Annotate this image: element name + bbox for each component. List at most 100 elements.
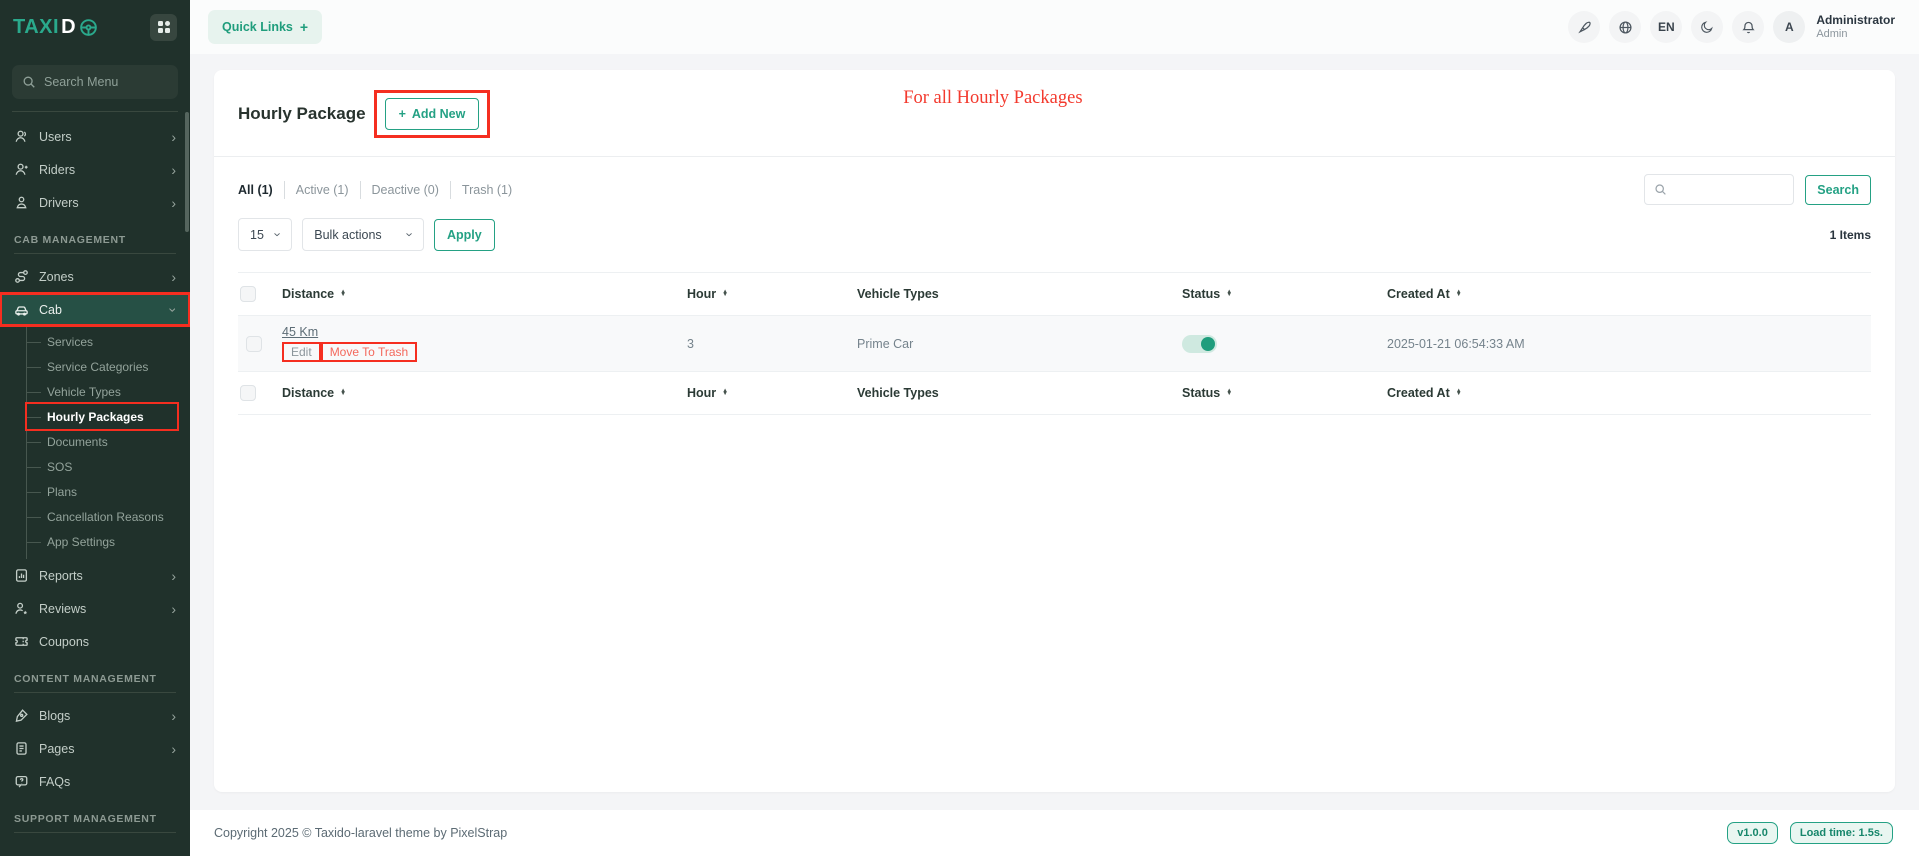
search-icon <box>1654 183 1667 196</box>
sidebar-item-faqs[interactable]: FAQs <box>0 765 190 798</box>
page-footer: Copyright 2025 © Taxido-laravel theme by… <box>190 810 1919 856</box>
riders-icon <box>14 162 29 177</box>
divider <box>14 253 176 254</box>
submenu-item-sos[interactable]: SOS <box>27 454 177 479</box>
sidebar-item-cab[interactable]: Cab › <box>0 293 190 326</box>
per-page-select[interactable]: 15 › <box>238 218 292 251</box>
submenu-item-cancellation-reasons[interactable]: Cancellation Reasons <box>27 504 177 529</box>
chevron-right-icon: › <box>171 130 176 144</box>
table-footer-row: Distance▲▼ Hour▲▼ Vehicle Types Status▲▼… <box>238 372 1871 415</box>
tab-deactive[interactable]: Deactive (0) <box>360 181 450 199</box>
sidebar-item-coupons[interactable]: Coupons <box>0 625 190 658</box>
sidebar-item-drivers[interactable]: Drivers › <box>0 186 190 219</box>
sidebar-search-input[interactable] <box>44 75 154 89</box>
submenu-item-plans[interactable]: Plans <box>27 479 177 504</box>
topbar: Quick Links + EN A Administrator <box>190 0 1919 54</box>
submenu-item-service-categories[interactable]: Service Categories <box>27 354 177 379</box>
moon-icon <box>1700 20 1714 34</box>
table-header-row: Distance▲▼ Hour▲▼ Vehicle Types Status▲▼… <box>238 273 1871 316</box>
sort-icon[interactable]: ▲▼ <box>340 390 346 397</box>
chevron-right-icon: › <box>171 569 176 583</box>
created-at-value: 2025-01-21 06:54:33 AM <box>1387 337 1525 351</box>
language-globe-button[interactable] <box>1609 11 1641 43</box>
col-header-distance[interactable]: Distance <box>282 287 334 301</box>
apps-grid-icon[interactable] <box>150 14 177 41</box>
select-all-checkbox[interactable] <box>240 385 256 401</box>
notifications-button[interactable] <box>1732 11 1764 43</box>
submenu-item-documents[interactable]: Documents <box>27 429 177 454</box>
tab-trash[interactable]: Trash (1) <box>450 181 523 199</box>
row-checkbox[interactable] <box>246 336 262 352</box>
col-header-status[interactable]: Status <box>1182 287 1220 301</box>
sidebar-search[interactable] <box>12 65 178 99</box>
language-selector[interactable]: EN <box>1650 11 1682 43</box>
submenu-item-app-settings[interactable]: App Settings <box>27 529 177 554</box>
sidebar-item-reviews[interactable]: Reviews › <box>0 592 190 625</box>
sidebar-item-label: Reviews <box>39 602 86 616</box>
dark-mode-button[interactable] <box>1691 11 1723 43</box>
edit-link[interactable]: Edit <box>282 342 321 362</box>
sidebar-item-pages[interactable]: Pages › <box>0 732 190 765</box>
sidebar-item-riders[interactable]: Riders › <box>0 153 190 186</box>
chevron-right-icon: › <box>171 602 176 616</box>
add-new-button[interactable]: + Add New <box>385 98 480 130</box>
bulk-actions-select[interactable]: Bulk actions › <box>302 218 424 251</box>
version-badge: v1.0.0 <box>1727 822 1778 844</box>
sidebar-item-label: Riders <box>39 163 75 177</box>
sidebar-item-zones[interactable]: Zones › <box>0 260 190 293</box>
user-meta[interactable]: Administrator Admin <box>1816 13 1895 42</box>
chevron-down-icon: › <box>167 307 181 312</box>
apply-button[interactable]: Apply <box>434 219 495 251</box>
col-header-created-at[interactable]: Created At <box>1387 287 1450 301</box>
globe-icon <box>1618 20 1633 35</box>
chevron-right-icon: › <box>171 709 176 723</box>
submenu-item-services[interactable]: Services <box>27 329 177 354</box>
sidebar-item-users[interactable]: Users › <box>0 120 190 153</box>
status-toggle[interactable] <box>1182 335 1217 353</box>
select-all-checkbox[interactable] <box>240 286 256 302</box>
divider <box>14 832 176 833</box>
quick-links-button[interactable]: Quick Links + <box>208 10 322 44</box>
plus-icon: + <box>399 107 406 121</box>
submenu-item-label: SOS <box>47 460 72 474</box>
search-button[interactable]: Search <box>1805 175 1871 205</box>
submenu-item-hourly-packages[interactable]: Hourly Packages <box>27 404 177 429</box>
col-footer-status[interactable]: Status <box>1182 386 1220 400</box>
bulk-left: 15 › Bulk actions › Apply <box>238 218 495 251</box>
chevron-right-icon: › <box>171 163 176 177</box>
user-name: Administrator <box>1816 13 1895 28</box>
submenu-item-label: Service Categories <box>47 360 148 374</box>
search-input[interactable] <box>1674 183 1779 197</box>
vehicle-type-value: Prime Car <box>857 337 913 351</box>
user-role: Admin <box>1816 28 1895 42</box>
table-search-box <box>1644 174 1794 205</box>
divider <box>214 156 1895 157</box>
sort-icon[interactable]: ▲▼ <box>722 291 728 298</box>
brand-logo[interactable]: TAXID <box>13 16 98 39</box>
col-footer-created-at[interactable]: Created At <box>1387 386 1450 400</box>
move-to-trash-link[interactable]: Move To Trash <box>321 342 417 362</box>
add-new-label: Add New <box>412 107 465 121</box>
status-tabs: All (1) Active (1) Deactive (0) Trash (1… <box>238 181 523 199</box>
sidebar-scrollbar[interactable] <box>185 112 189 232</box>
submenu-item-vehicle-types[interactable]: Vehicle Types <box>27 379 177 404</box>
blogs-icon <box>14 708 29 723</box>
sort-icon[interactable]: ▲▼ <box>1456 390 1462 397</box>
distance-value[interactable]: 45 Km <box>282 325 318 339</box>
sort-icon[interactable]: ▲▼ <box>340 291 346 298</box>
sort-icon[interactable]: ▲▼ <box>1456 291 1462 298</box>
cab-submenu: Services Service Categories Vehicle Type… <box>26 326 190 559</box>
tab-active[interactable]: Active (1) <box>284 181 360 199</box>
col-footer-hour[interactable]: Hour <box>687 386 716 400</box>
col-footer-distance[interactable]: Distance <box>282 386 334 400</box>
tab-all[interactable]: All (1) <box>238 181 284 199</box>
sort-icon[interactable]: ▲▼ <box>722 390 728 397</box>
user-avatar[interactable]: A <box>1773 11 1805 43</box>
sort-icon[interactable]: ▲▼ <box>1226 291 1232 298</box>
divider <box>12 111 178 112</box>
sidebar-item-blogs[interactable]: Blogs › <box>0 699 190 732</box>
sidebar-item-reports[interactable]: Reports › <box>0 559 190 592</box>
sort-icon[interactable]: ▲▼ <box>1226 390 1232 397</box>
customizer-button[interactable] <box>1568 11 1600 43</box>
col-header-hour[interactable]: Hour <box>687 287 716 301</box>
